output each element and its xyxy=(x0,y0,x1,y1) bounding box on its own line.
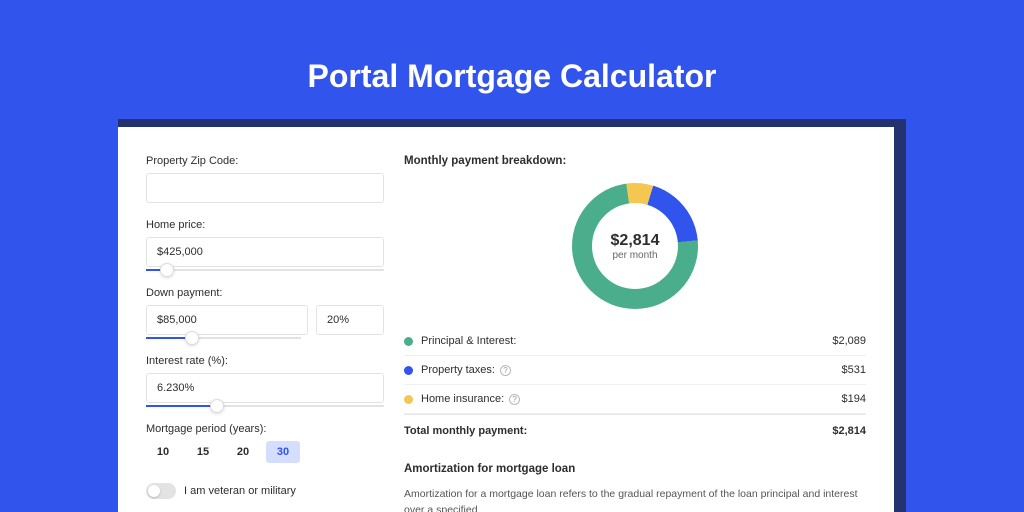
home-price-group: Home price: xyxy=(146,219,384,271)
donut-center: $2,814 per month xyxy=(592,203,678,289)
legend-value: $194 xyxy=(842,393,866,405)
interest-label: Interest rate (%): xyxy=(146,355,384,367)
total-label: Total monthly payment: xyxy=(404,425,832,437)
donut-chart: $2,814 per month xyxy=(572,183,698,309)
legend-dot xyxy=(404,337,413,346)
slider-thumb[interactable] xyxy=(160,263,174,277)
total-value: $2,814 xyxy=(832,425,866,437)
info-icon[interactable]: ? xyxy=(500,365,511,376)
slider-thumb[interactable] xyxy=(210,399,224,413)
legend-value: $2,089 xyxy=(832,335,866,347)
period-btn-30[interactable]: 30 xyxy=(266,441,300,463)
info-icon[interactable]: ? xyxy=(509,394,520,405)
donut-value: $2,814 xyxy=(611,232,660,250)
period-group: Mortgage period (years): 10 15 20 30 xyxy=(146,423,384,463)
breakdown-panel: Monthly payment breakdown: $2,814 per mo… xyxy=(404,155,866,512)
period-label: Mortgage period (years): xyxy=(146,423,384,435)
slider-fill xyxy=(146,405,217,407)
zip-label: Property Zip Code: xyxy=(146,155,384,167)
legend-label: Property taxes: ? xyxy=(421,364,842,376)
calculator-card: Property Zip Code: Home price: Down paym… xyxy=(118,127,894,512)
period-btn-10[interactable]: 10 xyxy=(146,441,180,463)
home-price-label: Home price: xyxy=(146,219,384,231)
donut-sub: per month xyxy=(612,250,657,261)
legend-text: Home insurance: xyxy=(421,393,504,405)
amortization-title: Amortization for mortgage loan xyxy=(404,463,866,475)
home-price-slider[interactable] xyxy=(146,269,384,271)
interest-input[interactable] xyxy=(146,373,384,403)
legend-label: Principal & Interest: xyxy=(421,335,832,347)
legend-row-ins: Home insurance: ? $194 xyxy=(404,385,866,414)
down-payment-slider[interactable] xyxy=(146,337,301,339)
legend-dot xyxy=(404,395,413,404)
veteran-toggle[interactable] xyxy=(146,483,176,499)
page-title: Portal Mortgage Calculator xyxy=(308,58,717,95)
legend-dot xyxy=(404,366,413,375)
legend-row-tax: Property taxes: ? $531 xyxy=(404,356,866,385)
legend-text: Property taxes: xyxy=(421,364,495,376)
form-panel: Property Zip Code: Home price: Down paym… xyxy=(146,155,384,512)
legend-text: Principal & Interest: xyxy=(421,335,516,347)
card-shadow: Property Zip Code: Home price: Down paym… xyxy=(118,119,906,512)
legend-total-row: Total monthly payment: $2,814 xyxy=(404,414,866,437)
zip-group: Property Zip Code: xyxy=(146,155,384,203)
legend-row-pi: Principal & Interest: $2,089 xyxy=(404,327,866,356)
period-btn-15[interactable]: 15 xyxy=(186,441,220,463)
down-payment-label: Down payment: xyxy=(146,287,384,299)
amortization-text: Amortization for a mortgage loan refers … xyxy=(404,487,866,512)
period-btn-20[interactable]: 20 xyxy=(226,441,260,463)
veteran-label: I am veteran or military xyxy=(184,485,296,497)
period-options: 10 15 20 30 xyxy=(146,441,384,463)
veteran-row: I am veteran or military xyxy=(146,483,384,499)
zip-input[interactable] xyxy=(146,173,384,203)
down-payment-input[interactable] xyxy=(146,305,308,335)
down-payment-group: Down payment: xyxy=(146,287,384,339)
legend-label: Home insurance: ? xyxy=(421,393,842,405)
donut-wrap: $2,814 per month xyxy=(404,177,866,327)
interest-slider[interactable] xyxy=(146,405,384,407)
down-payment-pct-input[interactable] xyxy=(316,305,384,335)
breakdown-title: Monthly payment breakdown: xyxy=(404,155,866,167)
interest-group: Interest rate (%): xyxy=(146,355,384,407)
legend-value: $531 xyxy=(842,364,866,376)
home-price-input[interactable] xyxy=(146,237,384,267)
slider-thumb[interactable] xyxy=(185,331,199,345)
